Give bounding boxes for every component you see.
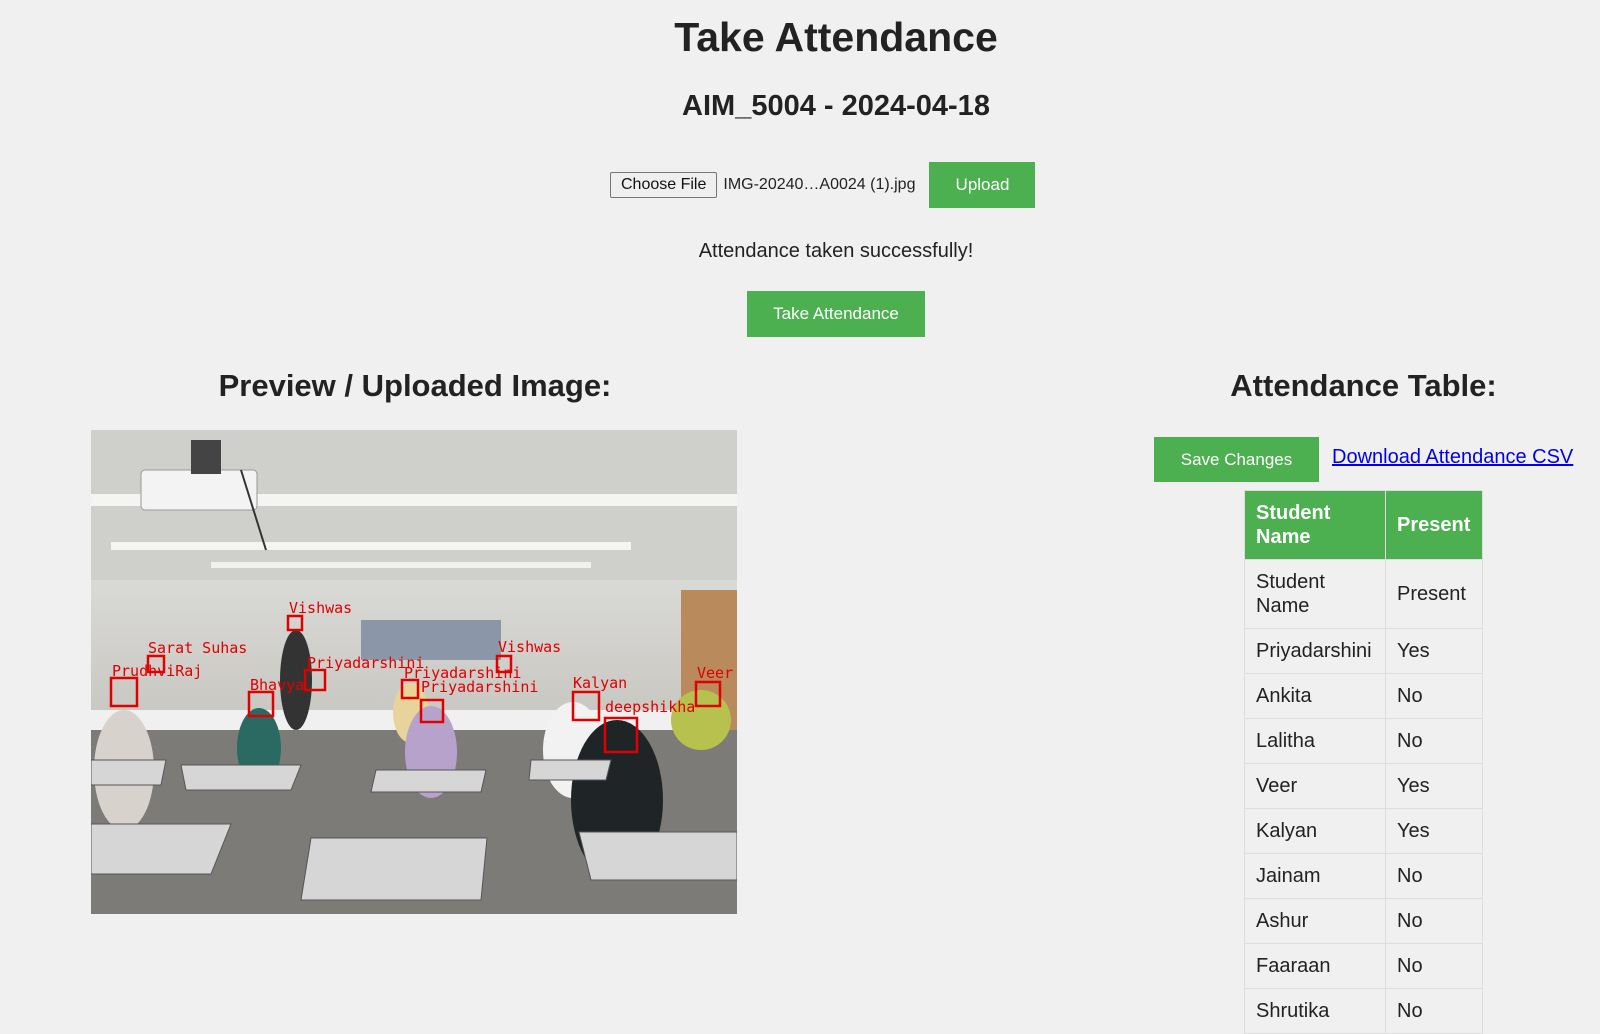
classroom-photo: Vishwas Sarat Suhas PrudhviRaj Priyadars… — [91, 430, 737, 914]
student-name-cell: Jainam — [1244, 853, 1386, 899]
present-cell[interactable]: No — [1385, 853, 1483, 899]
student-name-cell: Ankita — [1244, 673, 1386, 719]
save-changes-button[interactable]: Save Changes — [1154, 437, 1319, 482]
student-name-cell: Student Name — [1244, 559, 1386, 629]
take-attendance-button[interactable]: Take Attendance — [747, 291, 925, 337]
table-row: Faaraan No — [1244, 943, 1483, 989]
table-row: Shrutika No — [1244, 988, 1483, 1034]
present-cell[interactable]: No — [1385, 943, 1483, 989]
page-title: Take Attendance — [674, 14, 998, 60]
choose-file-button[interactable]: Choose File — [610, 172, 718, 198]
table-row: Kalyan Yes — [1244, 808, 1483, 854]
table-row: Student Name Present — [1244, 559, 1483, 629]
present-cell[interactable]: Yes — [1385, 628, 1483, 674]
present-cell[interactable]: No — [1385, 673, 1483, 719]
face-label: Vishwas — [498, 638, 561, 656]
course-date-subtitle: AIM_5004 - 2024-04-18 — [682, 90, 990, 122]
face-label: Bhavya — [250, 676, 304, 694]
table-row: Veer Yes — [1244, 763, 1483, 809]
face-label: deepshikha — [605, 698, 695, 716]
face-label: PrudhviRaj — [112, 662, 202, 680]
present-cell[interactable]: No — [1385, 898, 1483, 944]
table-header-row: Student Name Present — [1244, 490, 1483, 560]
selected-file-name: IMG-20240…A0024 (1).jpg — [723, 176, 916, 193]
download-csv-link[interactable]: Download Attendance CSV — [1332, 446, 1573, 469]
student-name-cell: Veer — [1244, 763, 1386, 809]
student-name-cell: Ashur — [1244, 898, 1386, 944]
table-row: Jainam No — [1244, 853, 1483, 899]
student-name-cell: Priyadarshini — [1244, 628, 1386, 674]
projector — [140, 469, 258, 511]
student-name-cell: Faaraan — [1244, 943, 1386, 989]
upload-button[interactable]: Upload — [929, 162, 1036, 208]
table-row: Priyadarshini Yes — [1244, 628, 1483, 674]
present-cell[interactable]: Yes — [1385, 808, 1483, 854]
present-cell[interactable]: Yes — [1385, 763, 1483, 809]
preview-heading: Preview / Uploaded Image: — [218, 368, 612, 403]
attendance-table-heading: Attendance Table: — [1230, 368, 1497, 403]
present-cell[interactable]: No — [1385, 988, 1483, 1034]
face-label: Veer — [697, 664, 733, 682]
student-name-cell: Shrutika — [1244, 988, 1386, 1034]
uploaded-classroom-image: Vishwas Sarat Suhas PrudhviRaj Priyadars… — [91, 430, 737, 914]
status-message: Attendance taken successfully! — [698, 240, 974, 262]
column-header-present: Present — [1385, 490, 1483, 560]
student-name-cell: Kalyan — [1244, 808, 1386, 854]
table-row: Lalitha No — [1244, 718, 1483, 764]
table-row: Ankita No — [1244, 673, 1483, 719]
student-name-cell: Lalitha — [1244, 718, 1386, 764]
upload-form: Choose File IMG-20240…A0024 (1).jpg Uplo… — [610, 162, 1036, 208]
present-cell[interactable]: Present — [1385, 559, 1483, 629]
face-label: Vishwas — [289, 599, 352, 617]
attendance-table: Student Name Present Student Name Presen… — [1244, 490, 1483, 1034]
face-label: Kalyan — [573, 674, 627, 692]
face-label: Priyadarshini — [421, 678, 538, 696]
column-header-student-name: Student Name — [1244, 490, 1386, 560]
table-row: Ashur No — [1244, 898, 1483, 944]
present-cell[interactable]: No — [1385, 718, 1483, 764]
face-label: Sarat Suhas — [148, 639, 247, 657]
